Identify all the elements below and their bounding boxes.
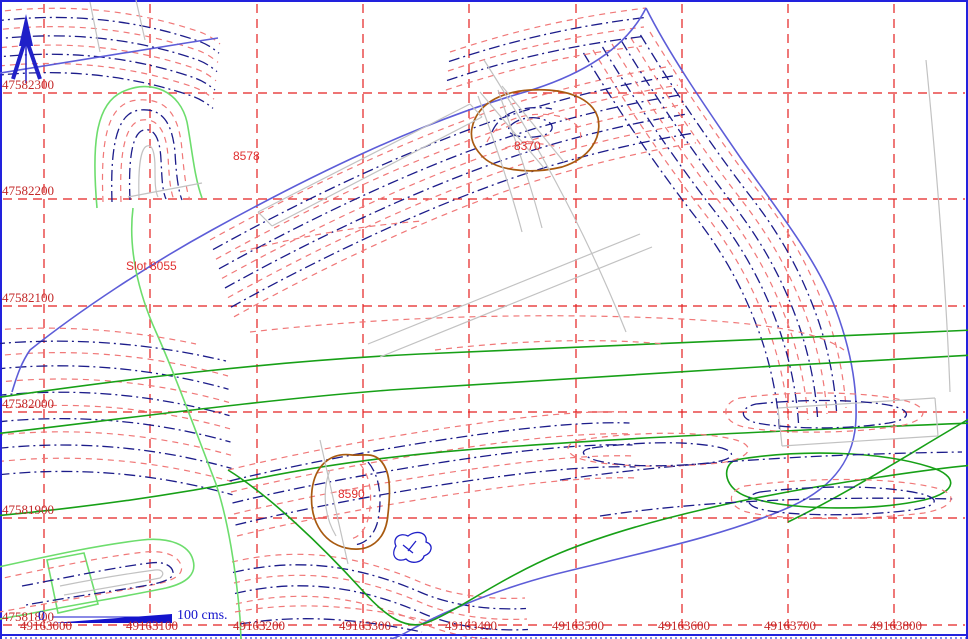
grid-label-easting-2: 49163100 [123,618,181,634]
grid-label-northing-4: 47582000 [2,396,54,412]
grid-label-northing-5: 47581900 [2,502,54,518]
scale-bar-zero-label: 0 [38,609,45,625]
map-canvas [0,0,968,639]
feature-label-8370: 8370 [514,139,541,153]
north-arrow-icon [13,14,40,83]
grid-layer [3,4,965,632]
grid-label-easting-4: 49163300 [336,618,394,634]
contour-layer [0,0,968,639]
feature-label-8590: 8590 [338,487,365,501]
feature-label-8578: 8578 [233,149,260,163]
grid-label-easting-1: 49163000 [17,618,75,634]
grid-label-northing-1: 47582300 [2,77,54,93]
grid-label-northing-2: 47582200 [2,183,54,199]
feature-label-slot-8055: Slot 8055 [126,259,177,273]
scale-bar-length-label: 100 cms. [177,608,228,624]
grid-label-easting-7: 49163600 [655,618,713,634]
map-viewport[interactable]: 47582300 47582200 47582100 47582000 4758… [0,0,968,639]
grid-label-easting-3: 49163200 [230,618,288,634]
grid-label-easting-5: 49163400 [442,618,500,634]
grid-label-northing-3: 47582100 [2,290,54,306]
grid-label-easting-6: 49163500 [549,618,607,634]
grid-label-easting-8: 49163700 [761,618,819,634]
grid-label-easting-9: 49163800 [867,618,925,634]
